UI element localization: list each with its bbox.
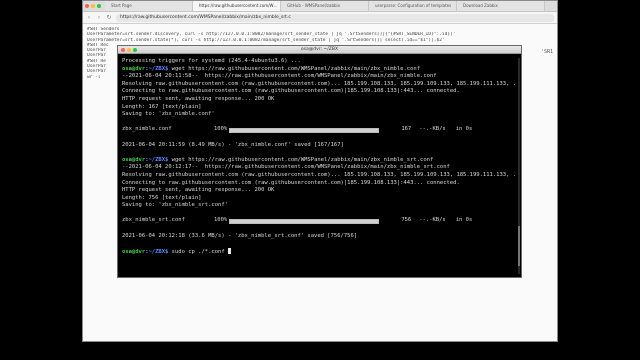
terminal-line: Connecting to raw.githubusercontent.com … xyxy=(122,179,460,186)
terminal-title-bar[interactable]: osa@dvr: ~/ZBX xyxy=(118,46,521,54)
page-side-text: 'SR1 xyxy=(540,49,553,55)
prompt-command: sudo cp ./*.conf xyxy=(168,248,228,255)
terminal-line: Saving to: 'zbx_nimble.conf' xyxy=(122,111,215,118)
prompt-path: :~/ZBX$ xyxy=(145,65,169,72)
terminal-line: Processing triggers for systemd (245.4-4… xyxy=(122,58,301,64)
progress-percent: 100% xyxy=(214,126,228,133)
forward-icon[interactable]: › xyxy=(96,14,102,21)
browser-tab[interactable]: Download Zabbix xyxy=(457,1,545,11)
zoom-button[interactable] xyxy=(97,4,101,8)
progress-filename: zbx_nimble_srt.conf xyxy=(122,217,185,224)
browser-tab[interactable]: Start Page xyxy=(105,1,193,11)
text-cursor xyxy=(227,247,231,254)
reload-icon[interactable]: ↻ xyxy=(106,14,112,21)
browser-tab-bar: Start Page https://raw.githubusercontent… xyxy=(83,1,557,12)
browser-tab[interactable]: https://raw.githubusercontent.com/WMSPan… xyxy=(193,1,281,11)
close-button[interactable] xyxy=(85,4,89,8)
terminal-line: 2021-06-04 20:11:59 (8.49 MB/s) - 'zbx_n… xyxy=(122,141,344,148)
terminal-window[interactable]: osa@dvr: ~/ZBX Processing triggers for s… xyxy=(117,45,522,278)
terminal-title: osa@dvr: ~/ZBX xyxy=(300,47,339,52)
progress-size: 167 xyxy=(401,126,412,133)
terminal-line: 2021-06-04 20:12:18 (33.6 MB/s) - 'zbx_n… xyxy=(122,232,358,239)
terminal-prompt-line: osa@dvr:~/ZBX$ wget https://raw.githubus… xyxy=(122,66,517,74)
terminal-scroll-thumb[interactable] xyxy=(518,226,520,266)
minimize-button[interactable] xyxy=(91,4,95,8)
terminal-line: HTTP request sent, awaiting response... … xyxy=(122,95,275,102)
browser-tab[interactable]: GitHub - WMSPanel/zabbix xyxy=(281,1,369,11)
browser-tab[interactable]: userparse: Configuration of templates xyxy=(369,1,457,11)
prompt-user: osa@dvr xyxy=(122,156,146,163)
terminal-line: --2021-06-04 20:12:17-- https://raw.gith… xyxy=(122,164,450,171)
terminal-output[interactable]: Processing triggers for systemd (245.4-4… xyxy=(118,54,521,259)
progress-bar xyxy=(229,127,380,133)
prompt-user: osa@dvr xyxy=(122,248,146,255)
browser-toolbar: ‹ › ↻ https://raw.githubusercontent.com/… xyxy=(83,12,557,24)
progress-bar-fill xyxy=(230,219,379,223)
terminal-line: Resolving raw.githubusercontent.com (raw… xyxy=(122,171,517,178)
terminal-line: Length: 167 [text/plain] xyxy=(122,103,202,110)
download-progress-line: zbx_nimble.conf 100% 167 --.-KB/s in 0s xyxy=(122,126,517,134)
progress-rate: --.-KB/s xyxy=(419,126,446,133)
terminal-line: Length: 756 [text/plain] xyxy=(122,194,202,201)
back-icon[interactable]: ‹ xyxy=(86,14,92,21)
address-bar[interactable]: https://raw.githubusercontent.com/WMSPan… xyxy=(116,13,554,22)
terminal-prompt-line: osa@dvr:~/ZBX$ sudo cp ./*.conf xyxy=(122,247,517,256)
window-controls xyxy=(85,4,101,8)
progress-filename: zbx_nimble.conf xyxy=(122,126,172,133)
terminal-line: Connecting to raw.githubusercontent.com … xyxy=(122,88,460,95)
prompt-command: wget https://raw.githubusercontent.com/W… xyxy=(168,65,421,72)
progress-bar-fill xyxy=(230,128,379,132)
terminal-line: Resolving raw.githubusercontent.com (raw… xyxy=(122,80,517,87)
prompt-command: wget https://raw.githubusercontent.com/W… xyxy=(168,156,434,163)
progress-time: in 0s xyxy=(455,217,473,224)
progress-size: 756 xyxy=(401,217,412,224)
terminal-line: --2021-06-04 20:11:58-- https://raw.gith… xyxy=(122,73,437,80)
progress-rate: --.-KB/s xyxy=(419,217,446,224)
download-progress-line: zbx_nimble_srt.conf 100% 756 --.-KB/s in 0s xyxy=(122,217,517,225)
progress-bar xyxy=(229,218,380,224)
progress-time: in 0s xyxy=(455,126,473,133)
terminal-line: Saving to: 'zbx_nimble_srt.conf' xyxy=(122,202,228,209)
terminal-prompt-line: osa@dvr:~/ZBX$ wget https://raw.githubus… xyxy=(122,157,517,165)
terminal-line: HTTP request sent, awaiting response... … xyxy=(122,187,275,194)
progress-percent: 100% xyxy=(214,217,228,224)
prompt-path: :~/ZBX$ xyxy=(145,156,169,163)
prompt-path: :~/ZBX$ xyxy=(145,248,169,255)
prompt-user: osa@dvr xyxy=(122,65,146,72)
